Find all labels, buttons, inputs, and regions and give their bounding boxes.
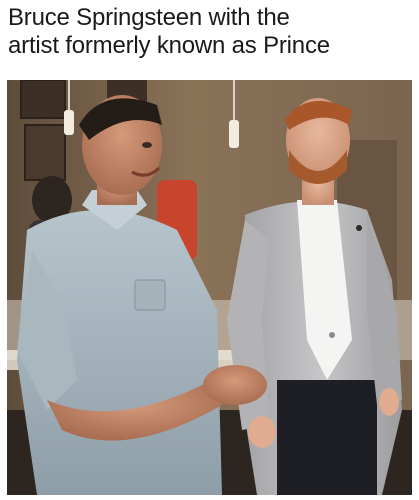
left-man-hands bbox=[203, 365, 267, 405]
photo-illustration bbox=[7, 80, 412, 495]
right-man-hand bbox=[248, 416, 276, 448]
left-man-eye bbox=[142, 142, 152, 148]
right-man-lapel-pin bbox=[356, 225, 362, 231]
pendant-light-2 bbox=[229, 120, 239, 148]
meme-card: Bruce Springsteen with the artist former… bbox=[0, 0, 419, 500]
left-man-pocket bbox=[134, 279, 166, 311]
caption-line-1: Bruce Springsteen with the bbox=[8, 4, 290, 31]
right-man-trousers bbox=[277, 380, 377, 495]
framed-picture-1 bbox=[20, 80, 66, 119]
pendant-light-1 bbox=[64, 110, 74, 135]
meme-photo bbox=[7, 80, 412, 495]
framed-picture-2 bbox=[24, 124, 66, 181]
right-man-right-hand bbox=[379, 388, 399, 416]
caption-line-2: artist formerly known as Prince bbox=[8, 32, 330, 59]
right-man-button bbox=[329, 332, 335, 338]
meme-caption: Bruce Springsteen with the artist former… bbox=[8, 4, 413, 60]
